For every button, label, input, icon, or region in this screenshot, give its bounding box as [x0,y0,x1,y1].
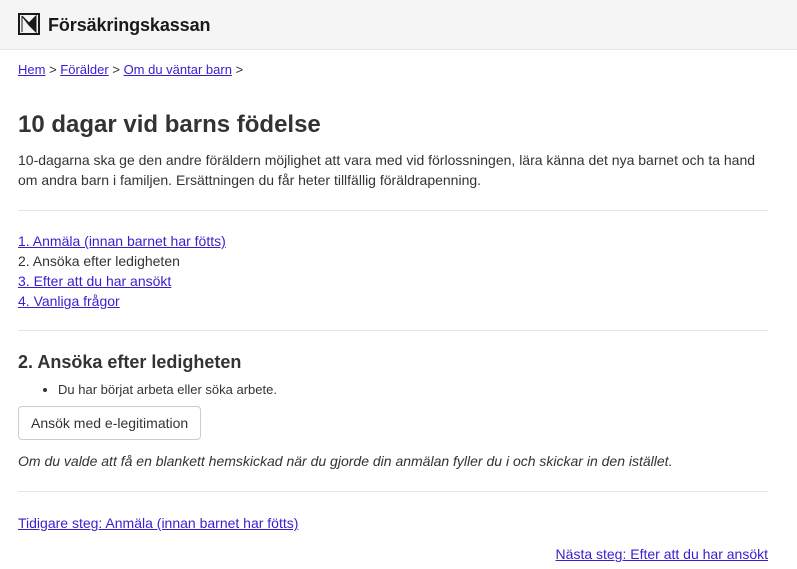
step-link-anmala[interactable]: 1. Anmäla (innan barnet har fötts) [18,233,226,249]
page-title: 10 dagar vid barns födelse [18,111,321,138]
step-item-current: 2. Ansöka efter ledigheten [18,253,180,269]
breadcrumb-separator: > [49,62,57,77]
step-link-efter-ansokt[interactable]: 3. Efter att du har ansökt [18,273,171,289]
next-step-link[interactable]: Nästa steg: Efter att du har ansökt [556,546,768,562]
site-header: Försäkringskassan [0,0,797,50]
breadcrumb-link-foralder[interactable]: Förälder [60,62,108,77]
main-content: Hem > Förälder > Om du väntar barn > 10 … [0,62,797,564]
list-item: Du har börjat arbeta eller söka arbete. [58,381,768,399]
next-step-container: Nästa steg: Efter att du har ansökt [18,544,768,564]
divider [18,210,768,211]
step-link-vanliga-fragor[interactable]: 4. Vanliga frågor [18,293,120,309]
step-item: 1. Anmäla (innan barnet har fötts) [18,231,768,251]
divider [18,491,768,492]
step-list: 1. Anmäla (innan barnet har fötts) 2. An… [18,231,768,311]
blankett-note: Om du valde att få en blankett hemskicka… [18,453,673,469]
step-item: 4. Vanliga frågor [18,291,768,311]
requirement-list: Du har börjat arbeta eller söka arbete. [18,381,768,399]
step-item: 3. Efter att du har ansökt [18,271,768,291]
divider [18,330,768,331]
breadcrumb-link-hem[interactable]: Hem [18,62,45,77]
previous-step-link[interactable]: Tidigare steg: Anmäla (innan barnet har … [18,513,298,533]
section-heading: 2. Ansöka efter ledigheten [18,352,242,372]
apply-e-legitimation-button[interactable]: Ansök med e-legitimation [18,406,202,440]
intro-text: 10-dagarna ska ge den andre föräldern mö… [18,152,756,188]
breadcrumb-link-om-du-vantar-barn[interactable]: Om du väntar barn [124,62,232,77]
breadcrumb: Hem > Förälder > Om du väntar barn > [18,62,768,78]
brand-name[interactable]: Försäkringskassan [48,15,210,35]
breadcrumb-separator: > [112,62,120,77]
breadcrumb-separator: > [235,62,244,77]
forsakringskassan-logo-icon[interactable] [18,12,40,35]
